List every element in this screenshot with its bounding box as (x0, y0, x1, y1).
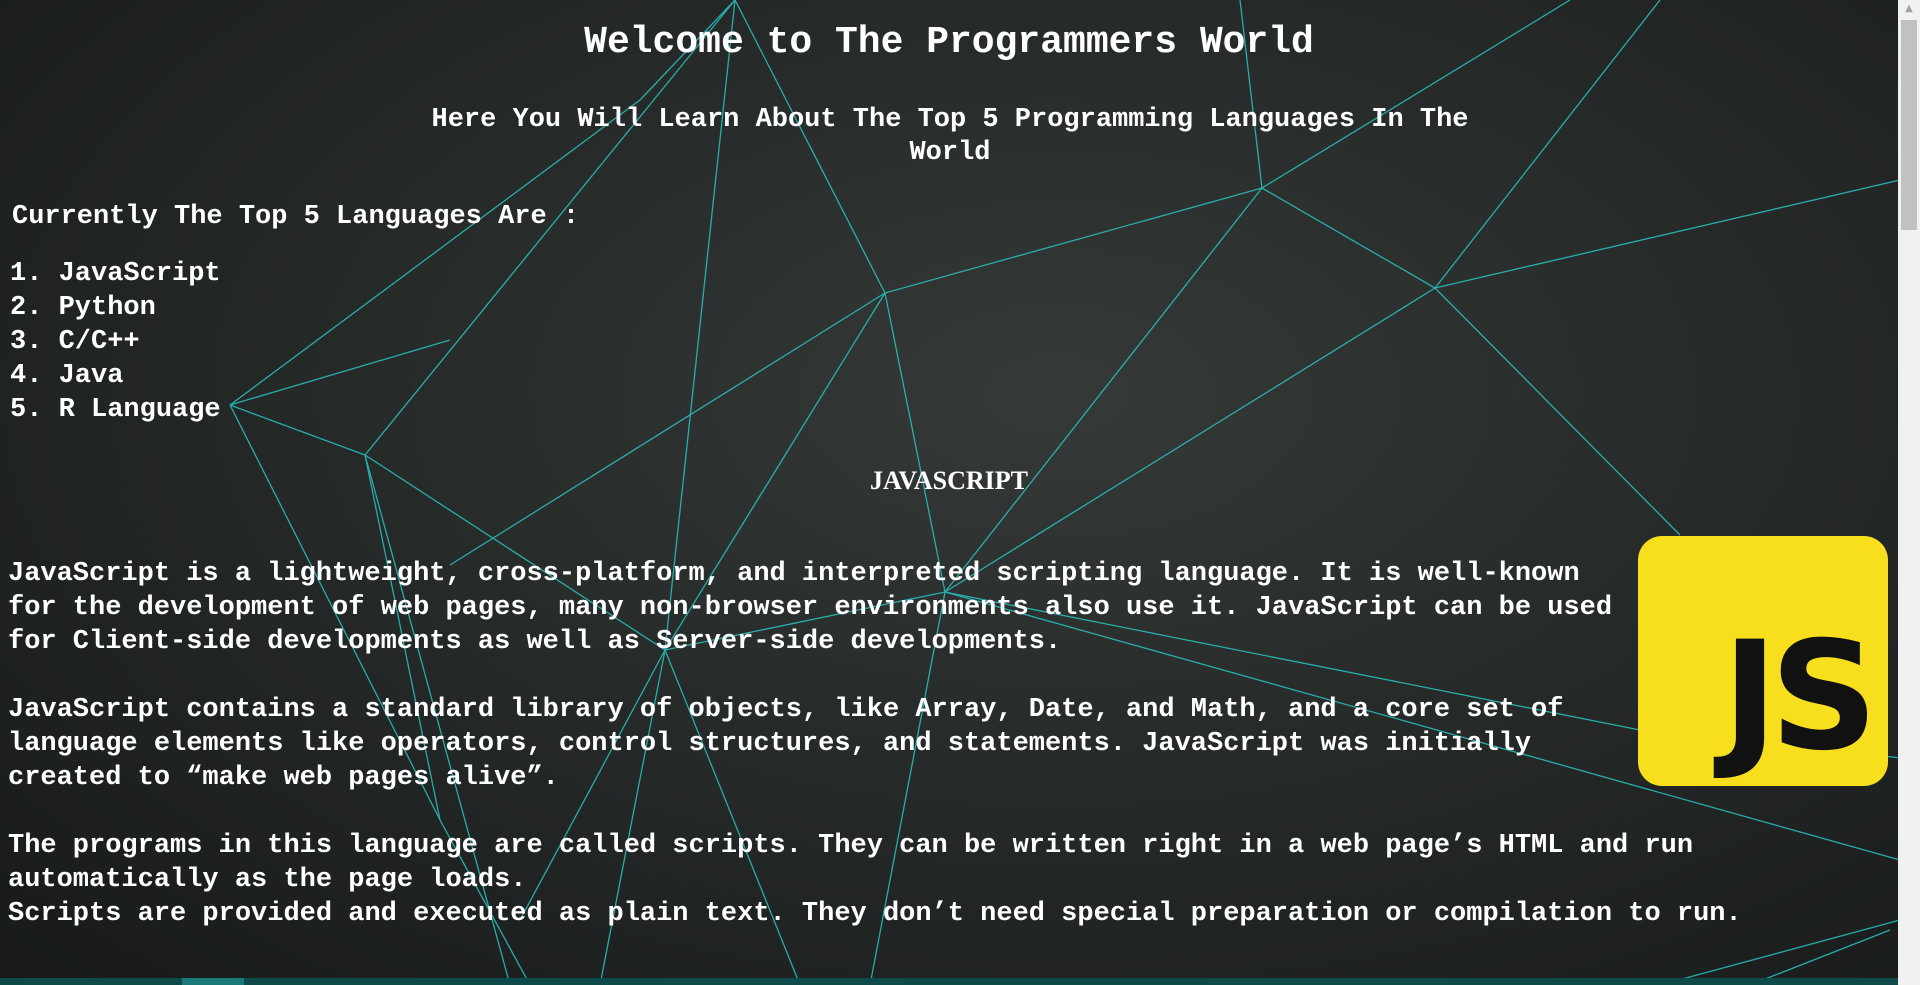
page-content: Welcome to The Programmers World Here Yo… (0, 0, 1898, 985)
page-subtitle: Here You Will Learn About The Top 5 Prog… (431, 105, 1469, 168)
list-item: 2. Python (10, 293, 156, 323)
javascript-logo: JS (1638, 536, 1888, 786)
list-item: 5. R Language (10, 395, 221, 425)
vertical-scrollbar[interactable]: ▲ (1898, 0, 1920, 985)
bottom-strip-highlight (182, 978, 244, 985)
javascript-paragraph-1: JavaScript is a lightweight, cross-platf… (8, 559, 1613, 657)
section-heading-javascript: JAVASCRIPT (870, 466, 1028, 495)
bottom-decoration-strip (0, 978, 1898, 985)
scroll-up-arrow-icon[interactable]: ▲ (1898, 0, 1920, 18)
javascript-paragraph-3: The programs in this language are called… (8, 831, 1742, 929)
intro-text: Currently The Top 5 Languages Are : (12, 202, 580, 232)
list-item: 1. JavaScript (10, 259, 221, 289)
javascript-logo-text: JS (1722, 610, 1878, 784)
list-item: 4. Java (10, 361, 124, 391)
language-list: 1. JavaScript 2. Python 3. C/C++ 4. Java… (10, 257, 221, 427)
list-item: 3. C/C++ (10, 327, 140, 357)
javascript-paragraph-2: JavaScript contains a standard library o… (8, 695, 1564, 793)
page-title: Welcome to The Programmers World (584, 21, 1314, 64)
scrollbar-thumb[interactable] (1901, 20, 1917, 230)
